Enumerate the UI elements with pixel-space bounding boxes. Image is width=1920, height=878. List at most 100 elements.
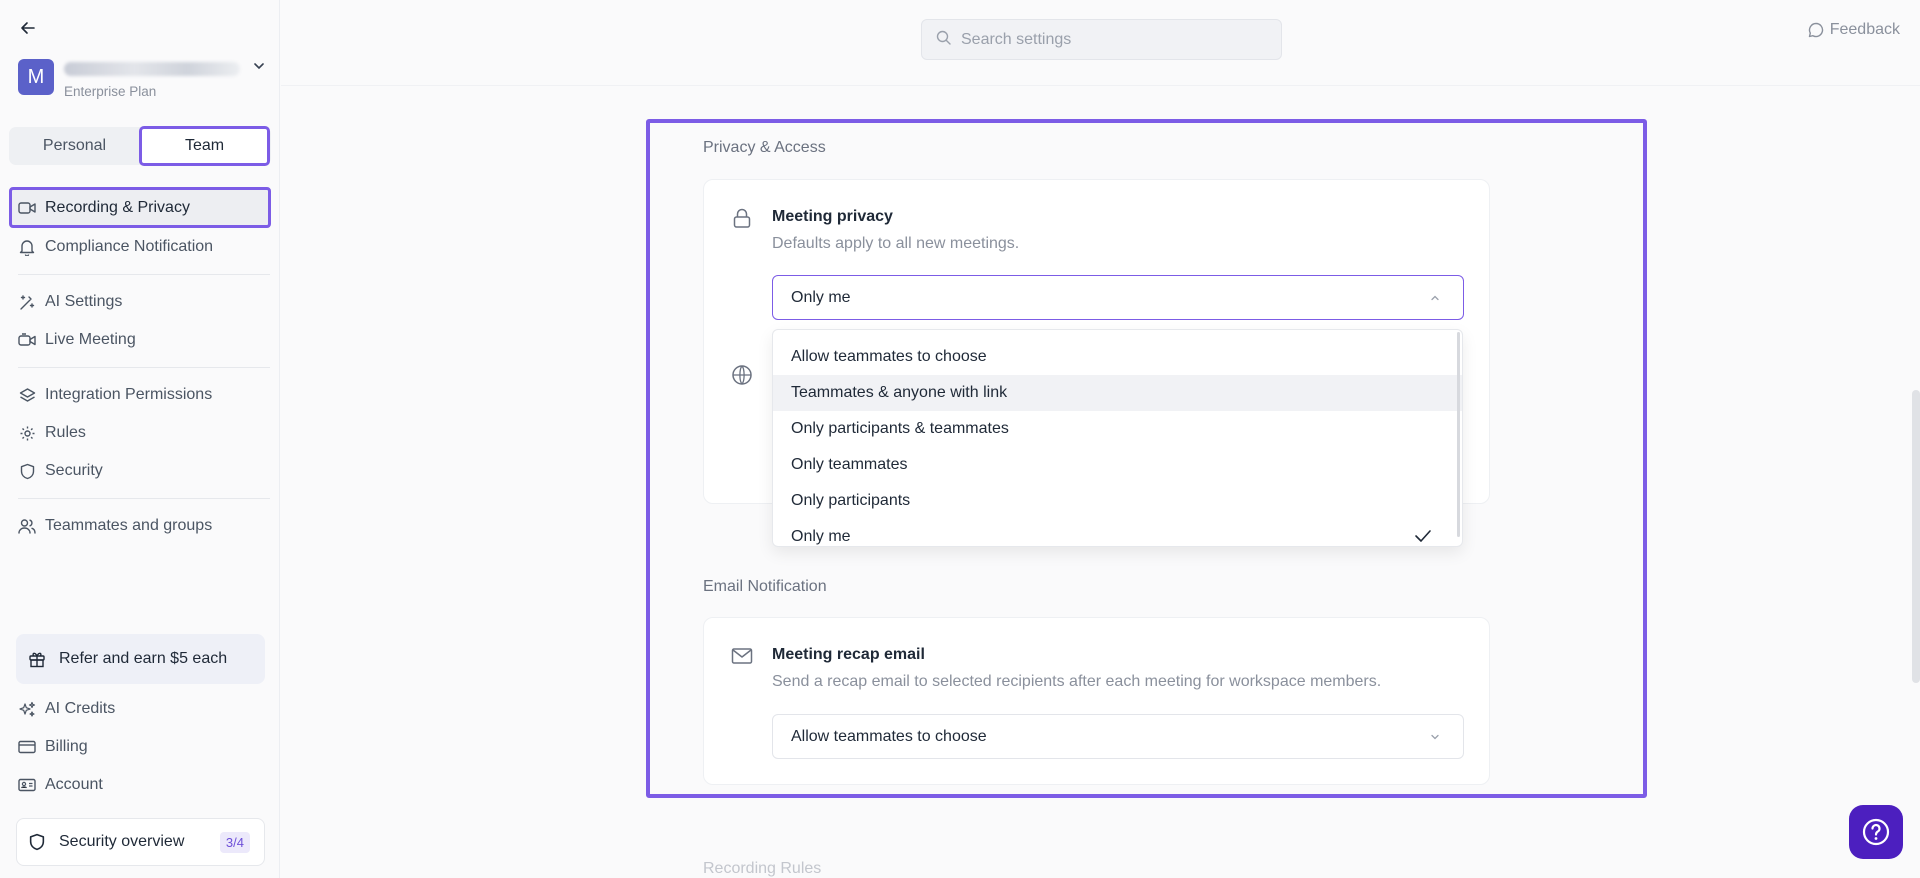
scope-toggle: Personal Team [9, 126, 271, 166]
recap-email-card: Meeting recap email Send a recap email t… [703, 617, 1490, 785]
meeting-privacy-select[interactable]: Only me [772, 275, 1464, 320]
mail-icon [731, 645, 753, 667]
option-label: Allow teammates to choose [791, 348, 987, 365]
gear-icon [18, 424, 36, 442]
nav-divider [18, 274, 270, 275]
video-icon [18, 199, 36, 217]
recap-email-title: Meeting recap email [772, 646, 925, 663]
sidebar-item-label: Security [45, 462, 103, 479]
bottom-nav: AI Credits Billing Account [9, 690, 271, 804]
sidebar-item-billing[interactable]: Billing [9, 728, 271, 766]
settings-app: M Enterprise Plan Personal Team Recordin… [0, 0, 1920, 878]
sidebar-item-security[interactable]: Security [9, 452, 271, 490]
status-badge: 3/4 [219, 831, 250, 853]
help-button[interactable] [1849, 805, 1903, 859]
workspace-info: Enterprise Plan [64, 59, 268, 101]
sidebar-item-label: Rules [45, 424, 86, 441]
meeting-privacy-title: Meeting privacy [772, 208, 893, 225]
sidebar-item-label: Billing [45, 738, 88, 755]
option-only-participants[interactable]: Only participants [773, 483, 1462, 519]
sidebar-item-label: Recording & Privacy [45, 198, 190, 216]
option-only-me[interactable]: Only me [773, 519, 1462, 546]
sidebar-item-recording-privacy[interactable]: Recording & Privacy [9, 187, 271, 228]
option-label: Only me [791, 528, 851, 545]
sidebar-item-label: Account [45, 776, 103, 793]
sidebar-item-account[interactable]: Account [9, 766, 271, 804]
selected-value: Only me [791, 288, 851, 306]
id-card-icon [18, 776, 36, 794]
option-allow-teammates[interactable]: Allow teammates to choose [773, 339, 1462, 375]
sidebar-item-ai-credits[interactable]: AI Credits [9, 690, 271, 728]
sidebar-item-label: Live Meeting [45, 331, 136, 348]
meeting-privacy-description: Defaults apply to all new meetings. [772, 235, 1020, 252]
check-icon [1414, 529, 1432, 546]
option-label: Only teammates [791, 456, 908, 473]
shield-icon [18, 462, 36, 480]
workspace-switcher[interactable]: M Enterprise Plan [18, 59, 268, 101]
sidebar-item-live-meeting[interactable]: Live Meeting [9, 321, 271, 359]
section-title-recording-rules: Recording Rules [703, 860, 822, 877]
globe-icon [731, 364, 753, 386]
section-title-email: Email Notification [703, 578, 827, 595]
option-teammates-link[interactable]: Teammates & anyone with link [773, 375, 1462, 411]
magic-wand-icon [18, 293, 36, 311]
sidebar-item-label: Compliance Notification [45, 238, 214, 255]
sidebar: M Enterprise Plan Personal Team Recordin… [0, 0, 280, 878]
nav-divider [18, 367, 270, 368]
privacy-options-dropdown: Allow teammates to choose Teammates & an… [772, 329, 1463, 547]
search-icon [936, 30, 951, 50]
sidebar-item-label: AI Credits [45, 700, 116, 717]
chevron-down-icon [252, 59, 268, 75]
chevron-down-icon [1429, 730, 1441, 748]
sidebar-item-rules[interactable]: Rules [9, 414, 271, 452]
gift-icon [28, 650, 46, 668]
recap-email-select[interactable]: Allow teammates to choose [772, 714, 1464, 759]
refer-label: Refer and earn $5 each [59, 650, 228, 667]
shield-icon [29, 833, 45, 851]
selected-value: Allow teammates to choose [791, 727, 987, 745]
sidebar-item-integration-permissions[interactable]: Integration Permissions [9, 376, 271, 414]
sidebar-item-label: Integration Permissions [45, 386, 213, 403]
feedback-button[interactable]: Feedback [1808, 21, 1900, 39]
sidebar-item-ai-settings[interactable]: AI Settings [9, 283, 271, 321]
page-scrollbar[interactable] [1912, 390, 1920, 683]
dropdown-scrollbar[interactable] [1457, 332, 1460, 537]
search-box[interactable] [921, 19, 1282, 60]
workspace-name-blurred [64, 62, 240, 76]
recap-email-description: Send a recap email to selected recipient… [772, 673, 1382, 690]
security-overview-label: Security overview [59, 833, 185, 850]
credit-card-icon [18, 738, 36, 756]
search-input[interactable] [961, 30, 1261, 49]
workspace-plan: Enterprise Plan [64, 84, 157, 99]
sidebar-item-teammates-groups[interactable]: Teammates and groups [9, 507, 271, 545]
option-participants-teammates[interactable]: Only participants & teammates [773, 411, 1462, 447]
sparkles-icon [18, 700, 36, 718]
sidebar-item-label: AI Settings [45, 293, 123, 310]
bell-icon [18, 238, 36, 256]
arrow-left-icon[interactable] [18, 18, 38, 38]
lock-icon [731, 207, 753, 229]
refer-earn-button[interactable]: Refer and earn $5 each [16, 634, 265, 684]
option-label: Teammates & anyone with link [791, 384, 1008, 401]
settings-nav: Recording & Privacy Compliance Notificat… [9, 187, 271, 545]
section-title-privacy: Privacy & Access [703, 139, 826, 156]
users-icon [18, 517, 36, 535]
question-icon [1862, 818, 1890, 846]
nav-divider [18, 498, 270, 499]
tab-personal[interactable]: Personal [12, 130, 137, 162]
top-bar: Feedback [281, 0, 1920, 86]
option-label: Only participants [791, 492, 911, 509]
workspace-avatar: M [18, 59, 54, 95]
sidebar-item-label: Teammates and groups [45, 517, 213, 534]
dropdown-padding [773, 330, 1462, 339]
feedback-label: Feedback [1829, 21, 1900, 38]
chevron-up-icon [1429, 291, 1441, 309]
tab-team[interactable]: Team [139, 126, 270, 166]
video-plus-icon [18, 331, 36, 349]
sidebar-item-compliance-notification[interactable]: Compliance Notification [9, 228, 271, 266]
layers-icon [18, 386, 36, 404]
chat-bubble-icon [1808, 22, 1823, 38]
option-label: Only participants & teammates [791, 420, 1009, 437]
option-only-teammates[interactable]: Only teammates [773, 447, 1462, 483]
security-overview-button[interactable]: Security overview 3/4 [16, 818, 265, 866]
